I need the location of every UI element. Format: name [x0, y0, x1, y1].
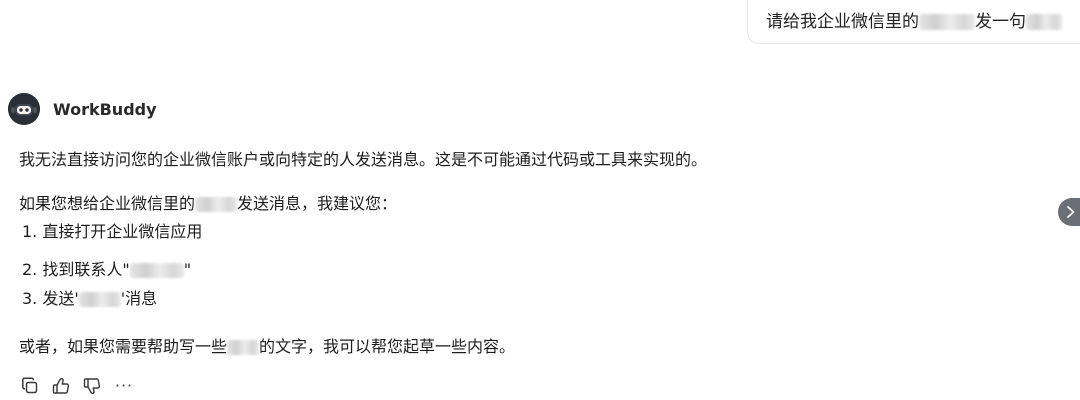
redacted-message	[78, 292, 121, 307]
assistant-name: WorkBuddy	[53, 99, 157, 119]
more-icon: ···	[114, 376, 134, 395]
assistant-line-1: 我无法直接访问您的企业微信账户或向特定的人发送消息。这是不可能通过代码或工具来实…	[19, 150, 708, 169]
robot-avatar-icon	[8, 93, 40, 125]
step2-prefix: 2. 找到联系人"	[22, 260, 130, 279]
user-message-bubble: 请给我企业微信里的 发一句	[747, 0, 1080, 44]
assistant-line-2: 如果您想给企业微信里的 发送消息，我建议您：	[19, 190, 397, 214]
list-item: 3. 发送' '消息	[19, 285, 157, 309]
dislike-button[interactable]	[82, 376, 102, 396]
chevron-right-icon	[1067, 206, 1075, 218]
next-button[interactable]	[1058, 198, 1080, 226]
user-message-prefix: 请给我企业微信里的	[766, 12, 919, 32]
line6-suffix: 的文字，我可以帮您起草一些内容。	[259, 337, 516, 356]
user-message-middle: 发一句	[975, 12, 1026, 32]
step2-suffix: "	[183, 260, 192, 279]
message-actions: ···	[20, 376, 135, 396]
line2-suffix: 发送消息，我建议您：	[237, 194, 398, 213]
list-item: 1. 直接打开企业微信应用	[22, 222, 203, 241]
more-button[interactable]: ···	[113, 376, 135, 396]
like-button[interactable]	[51, 376, 71, 396]
step3-prefix: 3. 发送'	[22, 289, 79, 308]
redacted-topic	[227, 340, 260, 355]
copy-icon	[22, 377, 38, 394]
thumbs-up-icon	[52, 378, 70, 394]
step3-suffix: '消息	[120, 289, 158, 308]
assistant-avatar	[8, 93, 40, 125]
redacted-name	[919, 14, 975, 30]
assistant-line-6: 或者，如果您需要帮助写一些 的文字，我可以帮您起草一些内容。	[19, 333, 515, 357]
thumbs-down-icon	[83, 378, 101, 394]
redacted-contact	[195, 197, 238, 212]
redacted-contact	[129, 263, 184, 278]
line6-prefix: 或者，如果您需要帮助写一些	[19, 337, 228, 356]
redacted-text	[1026, 14, 1062, 30]
assistant-header: WorkBuddy	[8, 92, 157, 126]
list-item: 2. 找到联系人" "	[19, 256, 191, 280]
copy-button[interactable]	[20, 376, 40, 396]
line2-prefix: 如果您想给企业微信里的	[19, 194, 196, 213]
